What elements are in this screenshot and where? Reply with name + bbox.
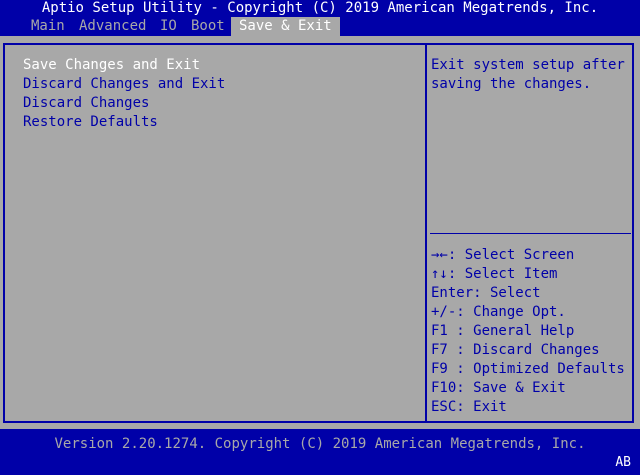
- tab-save-exit[interactable]: Save & Exit: [231, 17, 340, 36]
- tab-boot[interactable]: Boot: [191, 17, 225, 36]
- menu-bar: Main Advanced IO Boot Save & Exit: [0, 17, 640, 36]
- help-description: Exit system setup after saving the chang…: [431, 57, 634, 92]
- key-save-exit: F10: Save & Exit: [431, 380, 566, 396]
- option-restore-defaults[interactable]: Restore Defaults: [23, 113, 158, 132]
- key-enter-select: Enter: Select: [431, 285, 541, 301]
- key-general-help: F1 : General Help: [431, 323, 575, 339]
- key-optimized-defaults: F9 : Optimized Defaults: [431, 361, 625, 377]
- corner-badge: AB: [615, 455, 631, 470]
- tab-advanced[interactable]: Advanced: [79, 17, 146, 36]
- option-save-changes-and-exit[interactable]: Save Changes and Exit: [23, 56, 200, 75]
- key-esc-exit: ESC: Exit: [431, 399, 507, 415]
- key-select-item: ↑↓: Select Item: [431, 266, 558, 282]
- tab-io[interactable]: IO: [160, 17, 177, 36]
- panel-divider: [425, 43, 427, 423]
- option-discard-changes-and-exit[interactable]: Discard Changes and Exit: [23, 75, 225, 94]
- help-divider: [430, 233, 631, 234]
- key-discard-changes: F7 : Discard Changes: [431, 342, 600, 358]
- key-select-screen: →←: Select Screen: [431, 247, 575, 263]
- window-title: Aptio Setup Utility - Copyright (C) 2019…: [41, 0, 599, 16]
- key-change-opt: +/-: Change Opt.: [431, 304, 566, 320]
- tab-main[interactable]: Main: [31, 17, 65, 36]
- option-discard-changes[interactable]: Discard Changes: [23, 94, 149, 113]
- setup-panel: Save Changes and Exit Discard Changes an…: [0, 36, 640, 429]
- version-footer: Version 2.20.1274. Copyright (C) 2019 Am…: [54, 436, 586, 452]
